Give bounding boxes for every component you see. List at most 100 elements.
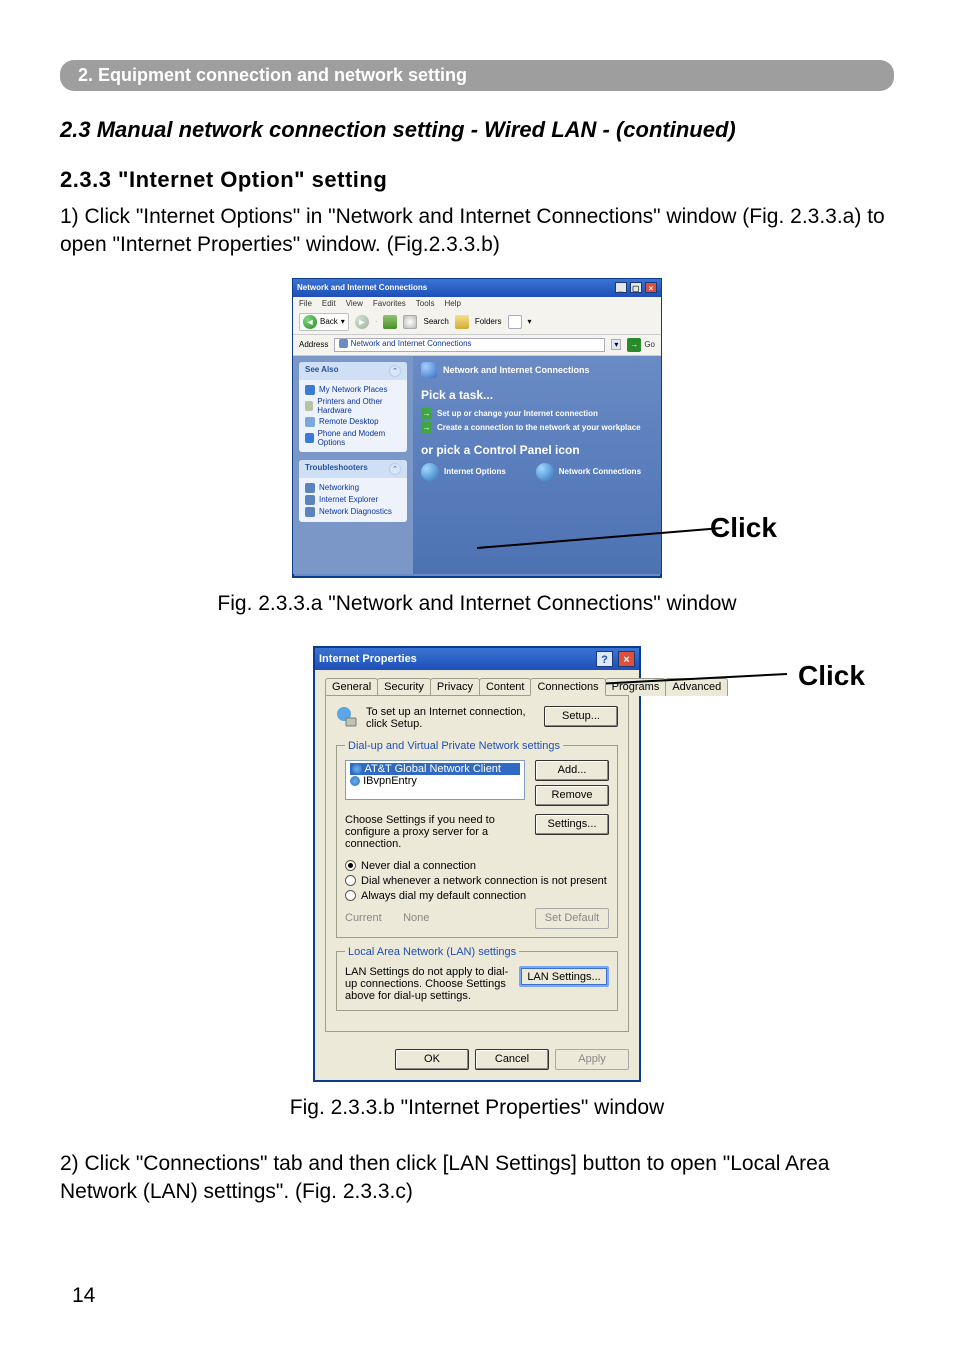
sidebar-item-printers[interactable]: Printers and Other Hardware [305,396,401,416]
listbox-buttons: Add... Remove [535,760,609,806]
views-dropdown-icon: ▾ [528,317,532,326]
add-button[interactable]: Add... [535,760,609,781]
subsection-title: 2.3.3 "Internet Option" setting [60,167,894,193]
minimize-icon[interactable]: _ [615,282,627,293]
folders-label: Folders [475,317,502,326]
task-setup-internet[interactable]: → Set up or change your Internet connect… [421,408,653,419]
menu-file[interactable]: File [299,299,312,308]
cp-network-connections[interactable]: Network Connections [536,463,641,481]
setup-button[interactable]: Setup... [544,706,618,727]
task-label: Set up or change your Internet connectio… [437,409,598,418]
radio-icon [345,875,356,886]
radio-always-dial[interactable]: Always dial my default connection [345,890,609,902]
tab-privacy[interactable]: Privacy [430,678,480,696]
phone-icon [305,433,314,443]
folders-icon[interactable] [455,315,469,329]
close-icon[interactable]: × [645,282,657,293]
figA-menubar: File Edit View Favorites Tools Help [293,297,661,310]
search-icon[interactable] [403,315,417,329]
radio-dial-whenever[interactable]: Dial whenever a network connection is no… [345,875,609,887]
figA-content: See Also ⌃ My Network Places Printers an… [293,356,661,574]
radio-icon [345,890,356,901]
figA-main-title-row: Network and Internet Connections [421,362,653,378]
sidebar-item-label: Internet Explorer [319,495,378,504]
sidebar-item-phone[interactable]: Phone and Modem Options [305,428,401,448]
troubleshooters-items: Networking Internet Explorer Network Dia… [299,478,407,522]
figA-titlebar: Network and Internet Connections _ ▢ × [293,279,661,297]
section-title: 2.3 Manual network connection setting - … [60,117,894,143]
figA-title: Network and Internet Connections [297,283,427,292]
arrow-icon: → [421,408,432,419]
sidebar-item-label: Network Diagnostics [319,507,392,516]
menu-favorites[interactable]: Favorites [373,299,406,308]
printer-icon [305,401,313,411]
figB-body: General Security Privacy Content Connect… [315,670,639,1043]
troubleshooters-label: Troubleshooters [305,463,368,475]
cp-icons-row: Internet Options Network Connections [421,463,653,481]
menu-help[interactable]: Help [444,299,460,308]
lan-fieldset: Local Area Network (LAN) settings LAN Se… [336,946,618,1011]
go-button[interactable]: → Go [627,338,655,352]
list-item-att[interactable]: AT&T Global Network Client [350,763,520,775]
back-button[interactable]: ◄ Back ▾ [299,313,349,331]
maximize-icon[interactable]: ▢ [630,282,642,293]
task-workplace[interactable]: → Create a connection to the network at … [421,422,653,433]
figA-main-title: Network and Internet Connections [443,365,590,375]
monitor-icon [305,417,315,427]
cp-label: Network Connections [559,467,641,476]
troubleshooters-header[interactable]: Troubleshooters ⌃ [299,460,407,478]
tab-security[interactable]: Security [377,678,431,696]
address-field[interactable]: Network and Internet Connections [334,338,605,352]
connections-listbox[interactable]: AT&T Global Network Client IBvpnEntry [345,760,525,800]
cancel-button[interactable]: Cancel [475,1049,549,1070]
go-icon: → [627,338,641,352]
address-field-icon [339,339,348,348]
tab-general[interactable]: General [325,678,378,696]
current-label: Current None [345,912,429,924]
cp-label: Internet Options [444,467,506,476]
dialup-fieldset: Dial-up and Virtual Private Network sett… [336,740,618,938]
figA-main: Network and Internet Connections Pick a … [413,356,661,574]
figB-titlebar: Internet Properties ? × [315,648,639,670]
figure-a-window: Network and Internet Connections _ ▢ × F… [292,278,662,578]
menu-tools[interactable]: Tools [416,299,435,308]
radio-never-dial[interactable]: Never dial a connection [345,860,609,872]
list-item-ibvpn[interactable]: IBvpnEntry [350,775,520,787]
tab-content[interactable]: Content [479,678,532,696]
lan-settings-button[interactable]: LAN Settings... [519,966,609,987]
setup-text: To set up an Internet connection, click … [366,706,536,730]
settings-button[interactable]: Settings... [535,814,609,835]
menu-view[interactable]: View [346,299,363,308]
ok-button[interactable]: OK [395,1049,469,1070]
dialup-legend: Dial-up and Virtual Private Network sett… [345,740,563,752]
cp-internet-options[interactable]: Internet Options [421,463,506,481]
back-icon: ◄ [303,315,317,329]
up-icon[interactable] [383,315,397,329]
sidebar-item-diag[interactable]: Network Diagnostics [305,506,401,518]
figB-footer: OK Cancel Apply [315,1043,639,1080]
tab-connections[interactable]: Connections [530,678,605,696]
sidebar-item-mynetwork[interactable]: My Network Places [305,384,401,396]
search-label: Search [423,317,448,326]
click-label-a: Click [710,512,777,544]
tab-programs[interactable]: Programs [605,678,667,696]
sidebar-item-remote[interactable]: Remote Desktop [305,416,401,428]
remove-button[interactable]: Remove [535,785,609,806]
sidebar-item-ie[interactable]: Internet Explorer [305,494,401,506]
see-also-header[interactable]: See Also ⌃ [299,362,407,380]
see-also-label: See Also [305,365,339,377]
settings-row: Choose Settings if you need to configure… [345,814,609,850]
see-also-box: See Also ⌃ My Network Places Printers an… [299,362,407,452]
list-item-label: AT&T Global Network Client [364,763,501,775]
close-icon[interactable]: × [618,651,635,667]
tab-advanced[interactable]: Advanced [665,678,728,696]
forward-button[interactable]: ► [355,315,369,329]
collapse-icon: ⌃ [389,365,401,377]
connection-icon [350,776,360,786]
set-default-button: Set Default [535,908,609,929]
menu-edit[interactable]: Edit [322,299,336,308]
views-icon[interactable] [508,315,522,329]
help-icon[interactable]: ? [596,651,613,667]
address-dropdown-icon[interactable]: ▾ [611,339,621,350]
sidebar-item-networking[interactable]: Networking [305,482,401,494]
